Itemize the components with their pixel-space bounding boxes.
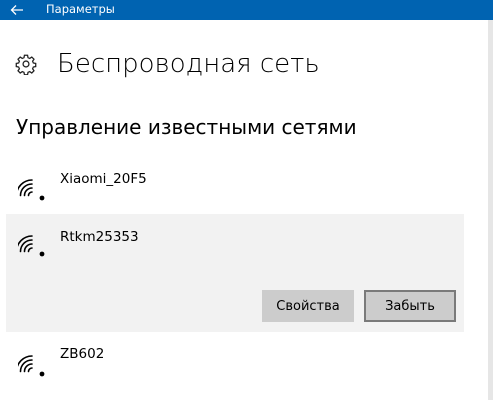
properties-button[interactable]: Свойства xyxy=(262,290,354,322)
gear-icon xyxy=(15,54,37,75)
network-name: Xiaomi_20F5 xyxy=(60,171,147,187)
wifi-icon xyxy=(18,355,45,377)
scrollbar[interactable] xyxy=(488,20,493,400)
section-title: Управление известными сетями xyxy=(16,115,357,139)
network-name: Rtkm25353 xyxy=(60,229,139,245)
wifi-icon xyxy=(18,179,45,201)
network-name: ZB602 xyxy=(60,346,105,362)
app-title: Параметры xyxy=(46,2,115,16)
network-item-xiaomi[interactable]: Xiaomi_20F5 xyxy=(6,160,464,212)
back-arrow-icon xyxy=(10,5,23,15)
wifi-icon xyxy=(18,235,45,257)
back-button[interactable] xyxy=(0,0,34,20)
network-item-zb602[interactable]: ZB602 xyxy=(6,336,464,388)
title-bar: Параметры xyxy=(0,0,493,20)
page-title: Беспроводная сеть xyxy=(57,49,320,79)
forget-button[interactable]: Забыть xyxy=(364,290,456,322)
